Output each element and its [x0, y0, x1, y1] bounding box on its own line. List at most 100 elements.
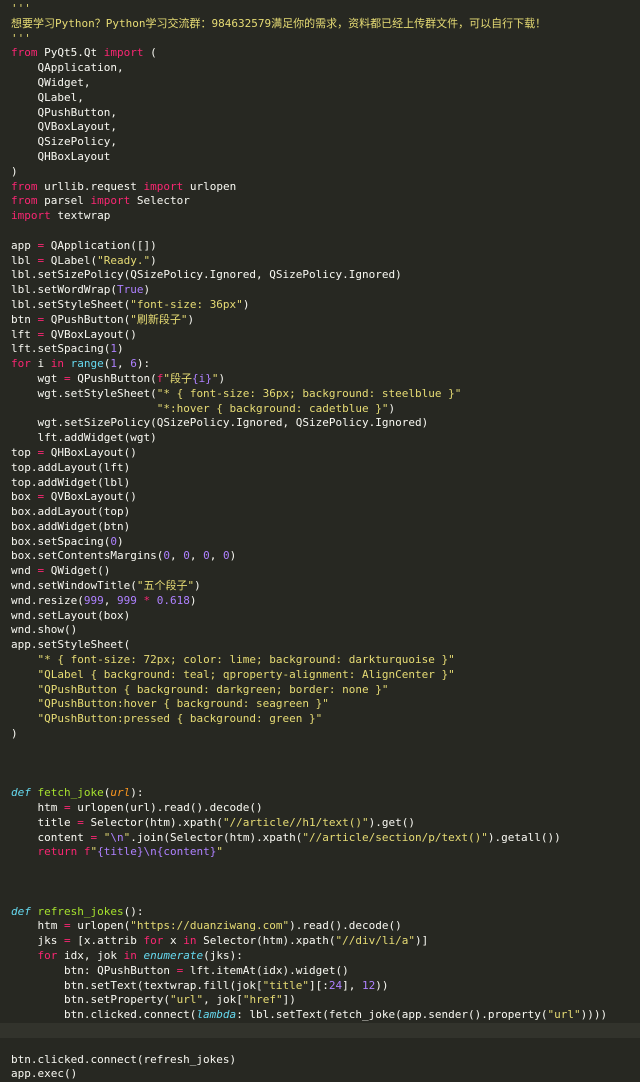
code-line[interactable]: htm = urlopen(url).read().decode()	[0, 801, 640, 816]
code-token: btn.setProperty(	[11, 993, 170, 1007]
code-line[interactable]: box.addWidget(btn)	[0, 520, 640, 535]
code-token: in	[50, 357, 64, 371]
code-line[interactable]	[0, 224, 640, 239]
code-line[interactable]: box = QVBoxLayout()	[0, 490, 640, 505]
code-line[interactable]: "QPushButton:hover { background: seagree…	[0, 697, 640, 712]
code-editor[interactable]: ''' 想要学习Python？Python学习交流群：984632579满足你的需…	[0, 0, 640, 1080]
code-line[interactable]: wnd = QWidget()	[0, 564, 640, 579]
code-line[interactable]: )	[0, 165, 640, 180]
code-line[interactable]: lft.setSpacing(1)	[0, 342, 640, 357]
code-line[interactable]: wnd.setWindowTitle("五个段子")	[0, 579, 640, 594]
code-line[interactable]: from urllib.request import urlopen	[0, 180, 640, 195]
code-line[interactable]: box.setSpacing(0)	[0, 535, 640, 550]
code-line[interactable]: wgt.setSizePolicy(QSizePolicy.Ignored, Q…	[0, 416, 640, 431]
code-line[interactable]: lbl.setSizePolicy(QSizePolicy.Ignored, Q…	[0, 268, 640, 283]
code-line[interactable]	[0, 742, 640, 757]
code-token: QPushButton(	[44, 312, 131, 326]
code-line[interactable]: top.addWidget(lbl)	[0, 476, 640, 491]
code-line[interactable]: def fetch_joke(url):	[0, 786, 640, 801]
code-line[interactable]: title = Selector(htm).xpath("//article//…	[0, 816, 640, 831]
code-token: )	[143, 283, 151, 297]
code-token: lft	[11, 327, 38, 341]
code-line[interactable]	[0, 771, 640, 786]
code-token: QWidget()	[44, 564, 111, 578]
code-line[interactable]: box.addLayout(top)	[0, 505, 640, 520]
code-line[interactable]: QWidget,	[0, 76, 640, 91]
code-line[interactable]: for i in range(1, 6):	[0, 357, 640, 372]
code-line[interactable]: '''	[0, 2, 640, 17]
code-line[interactable]: return f"{title}\n{content}"	[0, 845, 640, 860]
code-token: QPushButton(	[70, 371, 157, 385]
code-line[interactable]: lft = QVBoxLayout()	[0, 328, 640, 343]
code-line[interactable]: btn.setProperty("url", jok["href"])	[0, 993, 640, 1008]
code-line[interactable]: lbl = QLabel("Ready.")	[0, 254, 640, 269]
code-line[interactable]	[0, 1022, 640, 1038]
code-line[interactable]: top = QHBoxLayout()	[0, 446, 640, 461]
code-line[interactable]: wnd.show()	[0, 623, 640, 638]
code-token: "五个段子"	[136, 579, 195, 593]
code-line[interactable]: content = "\n".join(Selector(htm).xpath(…	[0, 831, 640, 846]
code-token: btn.setText(textwrap.fill(jok[	[11, 978, 263, 992]
code-line[interactable]: box.setContentsMargins(0, 0, 0, 0)	[0, 549, 640, 564]
code-line[interactable]: btn.clicked.connect(lambda: lbl.setText(…	[0, 1008, 640, 1023]
code-line[interactable]: wgt = QPushButton(f"段子{i}")	[0, 372, 640, 387]
code-token: 6	[130, 357, 137, 371]
code-line[interactable]: QPushButton,	[0, 106, 640, 121]
code-token: ).getall())	[487, 830, 561, 844]
code-line[interactable]	[0, 860, 640, 875]
code-line[interactable]: QVBoxLayout,	[0, 120, 640, 135]
code-token: QVBoxLayout,	[11, 120, 117, 134]
code-token: QHBoxLayout	[11, 149, 111, 163]
code-token: ,	[209, 549, 223, 563]
code-line[interactable]: from parsel import Selector	[0, 194, 640, 209]
code-line[interactable]: wnd.setLayout(box)	[0, 609, 640, 624]
code-line[interactable]: wnd.resize(999, 999 * 0.618)	[0, 594, 640, 609]
code-line[interactable]: "* { font-size: 72px; color: lime; backg…	[0, 653, 640, 668]
code-line[interactable]: import textwrap	[0, 209, 640, 224]
code-line[interactable]: btn.setText(textwrap.fill(jok["title"][:…	[0, 979, 640, 994]
code-line[interactable]: wgt.setStyleSheet("* { font-size: 36px; …	[0, 387, 640, 402]
code-token: ],	[342, 978, 363, 992]
code-token: 0.618	[156, 593, 190, 607]
code-token: lbl.setWordWrap(	[11, 283, 117, 297]
code-line[interactable]: QHBoxLayout	[0, 150, 640, 165]
code-token: textwrap	[50, 209, 111, 223]
code-line[interactable]: QLabel,	[0, 91, 640, 106]
code-line[interactable]: QSizePolicy,	[0, 135, 640, 150]
code-line[interactable]: "QPushButton { background: darkgreen; bo…	[0, 683, 640, 698]
code-line[interactable]	[0, 1038, 640, 1053]
code-line[interactable]: lbl.setWordWrap(True)	[0, 283, 640, 298]
code-line[interactable]: app = QApplication([])	[0, 239, 640, 254]
code-line[interactable]: '''	[0, 32, 640, 47]
code-line[interactable]: btn = QPushButton("刷新段子")	[0, 313, 640, 328]
code-line[interactable]: lft.addWidget(wgt)	[0, 431, 640, 446]
code-line[interactable]: "*:hover { background: cadetblue }")	[0, 402, 640, 417]
code-line[interactable]: "QPushButton:pressed { background: green…	[0, 712, 640, 727]
code-line[interactable]	[0, 875, 640, 890]
code-line[interactable]: btn: QPushButton = lft.itemAt(idx).widge…	[0, 964, 640, 979]
code-line[interactable]: )	[0, 727, 640, 742]
code-line[interactable]: jks = [x.attrib for x in Selector(htm).x…	[0, 934, 640, 949]
code-token: box.setContentsMargins(	[11, 549, 164, 563]
code-token: "QPushButton:hover { background: seagree…	[37, 697, 329, 711]
code-line[interactable]: for idx, jok in enumerate(jks):	[0, 949, 640, 964]
code-line[interactable]: btn.clicked.connect(refresh_jokes)	[0, 1053, 640, 1068]
code-token: htm	[11, 801, 64, 815]
code-line[interactable]: from PyQt5.Qt import (	[0, 46, 640, 61]
code-line[interactable]: lbl.setStyleSheet("font-size: 36px")	[0, 298, 640, 313]
code-line[interactable]: 想要学习Python？Python学习交流群：984632579满足你的需求，资…	[0, 17, 640, 32]
code-token: {content}	[156, 845, 217, 859]
code-line[interactable]: def refresh_jokes():	[0, 905, 640, 920]
code-line[interactable]: "QLabel { background: teal; qproperty-al…	[0, 668, 640, 683]
code-token: ,	[169, 549, 184, 563]
code-line[interactable]: QApplication,	[0, 61, 640, 76]
code-line[interactable]	[0, 890, 640, 905]
code-line[interactable]	[0, 757, 640, 772]
code-line[interactable]: top.addLayout(lft)	[0, 461, 640, 476]
code-line[interactable]: htm = urlopen("https://duanziwang.com").…	[0, 919, 640, 934]
code-line[interactable]: app.exec()	[0, 1067, 640, 1082]
code-line[interactable]: app.setStyleSheet(	[0, 638, 640, 653]
